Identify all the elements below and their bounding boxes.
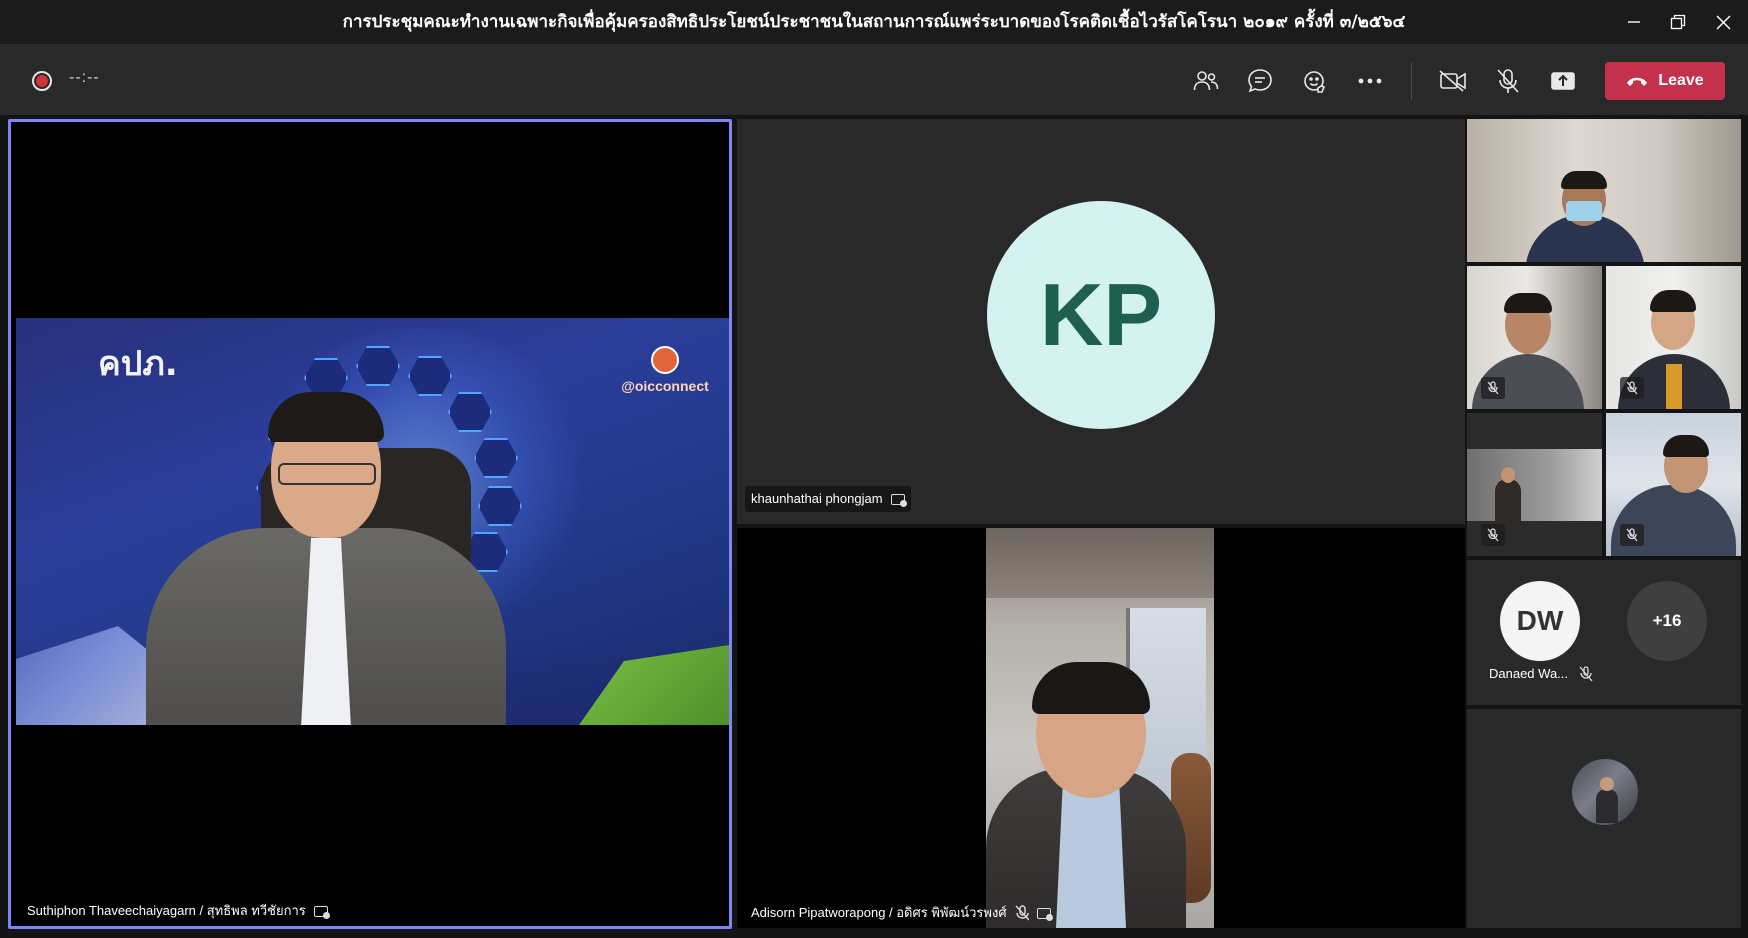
- participant-name-tag: khaunhathai phongjam: [745, 486, 911, 512]
- self-avatar-head: [1600, 777, 1614, 791]
- camera-off-icon: [1439, 70, 1466, 92]
- minimize-button[interactable]: [1616, 8, 1652, 36]
- title-bar: การประชุมคณะทำงานเฉพาะกิจเพื่อคุ้มครองสิ…: [0, 0, 1748, 45]
- self-avatar-body: [1596, 789, 1618, 823]
- thumbnail-mic-status: [1481, 524, 1505, 546]
- thumbnail-person-hair: [1561, 171, 1607, 189]
- avatar-tile-row: DW Danaed Wa... +16: [1467, 560, 1741, 705]
- more-participants-button[interactable]: +16: [1627, 581, 1707, 661]
- participants-button[interactable]: [1186, 61, 1226, 101]
- participant-video: คปภ. @oicconnect: [16, 318, 729, 725]
- participant-thumbnail[interactable]: [1467, 266, 1602, 409]
- share-content-button[interactable]: [1543, 61, 1583, 101]
- participant-avatar: KP: [987, 201, 1215, 429]
- more-actions-button[interactable]: [1350, 61, 1390, 101]
- meeting-timer: --:--: [69, 69, 100, 86]
- screen-presence-icon: [313, 905, 330, 919]
- screen-presence-icon: [890, 493, 907, 507]
- people-icon: [1193, 71, 1219, 91]
- oic-badge-icon: [651, 346, 679, 374]
- thumbnail-person-hair: [1663, 435, 1709, 457]
- reactions-button[interactable]: [1295, 61, 1335, 101]
- self-view-tile[interactable]: [1467, 709, 1741, 928]
- self-avatar: [1572, 759, 1638, 825]
- mic-off-icon: [1015, 905, 1029, 921]
- thumbnail-video: [1467, 449, 1602, 521]
- background-ceiling: [986, 528, 1214, 598]
- restore-icon: [1670, 14, 1686, 30]
- participant-name: Suthiphon Thaveechaiyagarn / สุทธิพล ทวี…: [27, 903, 306, 918]
- screen-presence-icon: [1036, 907, 1053, 921]
- participant-name-tag: Adisorn Pipatworapong / อดิศร พิพัฒน์วรพ…: [745, 900, 1057, 926]
- reactions-icon: [1304, 71, 1326, 93]
- thumbnail-person-hair: [1650, 290, 1696, 312]
- mic-off-icon: [1626, 528, 1638, 542]
- meeting-toolbar: --:-- Leave: [0, 45, 1748, 115]
- close-icon: [1716, 15, 1730, 29]
- meeting-title: การประชุมคณะทำงานเฉพาะกิจเพื่อคุ้มครองสิ…: [342, 12, 1406, 32]
- leave-button[interactable]: Leave: [1605, 62, 1725, 100]
- participant-tile-active-speaker[interactable]: คปภ. @oicconnect Suthiphon Thaveechaiyag…: [8, 119, 732, 929]
- close-window-button[interactable]: [1705, 8, 1741, 36]
- speaker-glasses: [278, 463, 376, 485]
- participant-name: Adisorn Pipatworapong / อดิศร พิพัฒน์วรพ…: [751, 905, 1007, 920]
- participant-thumbnail[interactable]: [1606, 413, 1741, 556]
- chat-button[interactable]: [1240, 61, 1280, 101]
- hang-up-icon: [1627, 77, 1648, 86]
- participant-name: Danaed Wa...: [1489, 666, 1569, 681]
- mic-off-icon: [1579, 666, 1593, 682]
- camera-toggle-button[interactable]: [1433, 61, 1473, 101]
- participant-name: khaunhathai phongjam: [751, 491, 883, 506]
- thumbnail-mic-status: [1620, 377, 1644, 399]
- face-mask: [1566, 201, 1602, 221]
- toolbar-divider: [1411, 62, 1412, 100]
- microphone-toggle-button[interactable]: [1488, 61, 1528, 101]
- background-logo-right-text: @oicconnect: [621, 378, 709, 394]
- restore-button[interactable]: [1660, 8, 1696, 36]
- thumbnail-mic-status: [1481, 377, 1505, 399]
- background-logo-left: คปภ.: [98, 344, 178, 384]
- participant-thumbnail[interactable]: [1467, 119, 1741, 262]
- share-tray-icon: [1551, 72, 1575, 90]
- participant-shirt: [1056, 778, 1126, 928]
- thumbnail-person-tie: [1666, 364, 1682, 409]
- speaker-hair: [268, 392, 384, 442]
- recording-indicator-icon: [32, 71, 52, 91]
- participant-name-tag: Suthiphon Thaveechaiyagarn / สุทธิพล ทวี…: [21, 898, 334, 924]
- thumbnail-person-body: [1495, 479, 1521, 521]
- mic-off-icon: [1497, 69, 1519, 93]
- thumbnail-person-hair: [1504, 293, 1552, 313]
- leave-label: Leave: [1658, 72, 1704, 89]
- background-logo-right: @oicconnect: [619, 346, 711, 396]
- participant-thumbnail[interactable]: [1467, 413, 1602, 556]
- mic-off-icon: [1626, 381, 1638, 395]
- participant-tile-adisorn[interactable]: Adisorn Pipatworapong / อดิศร พิพัฒน์วรพ…: [737, 528, 1465, 928]
- thumbnail-mic-status: [1620, 524, 1644, 546]
- participant-tile-kp[interactable]: KP khaunhathai phongjam: [737, 119, 1465, 524]
- minimize-icon: [1628, 21, 1640, 23]
- thumbnail-person-head: [1501, 467, 1515, 483]
- mic-off-icon: [1487, 528, 1499, 542]
- participant-avatar-dw[interactable]: DW: [1500, 581, 1580, 661]
- chat-icon: [1248, 69, 1272, 93]
- video-stage: คปภ. @oicconnect Suthiphon Thaveechaiyag…: [0, 115, 1748, 938]
- participant-video: [986, 528, 1214, 928]
- participant-thumbnail[interactable]: [1606, 266, 1741, 409]
- more-icon: [1358, 78, 1382, 84]
- mic-off-icon: [1487, 381, 1499, 395]
